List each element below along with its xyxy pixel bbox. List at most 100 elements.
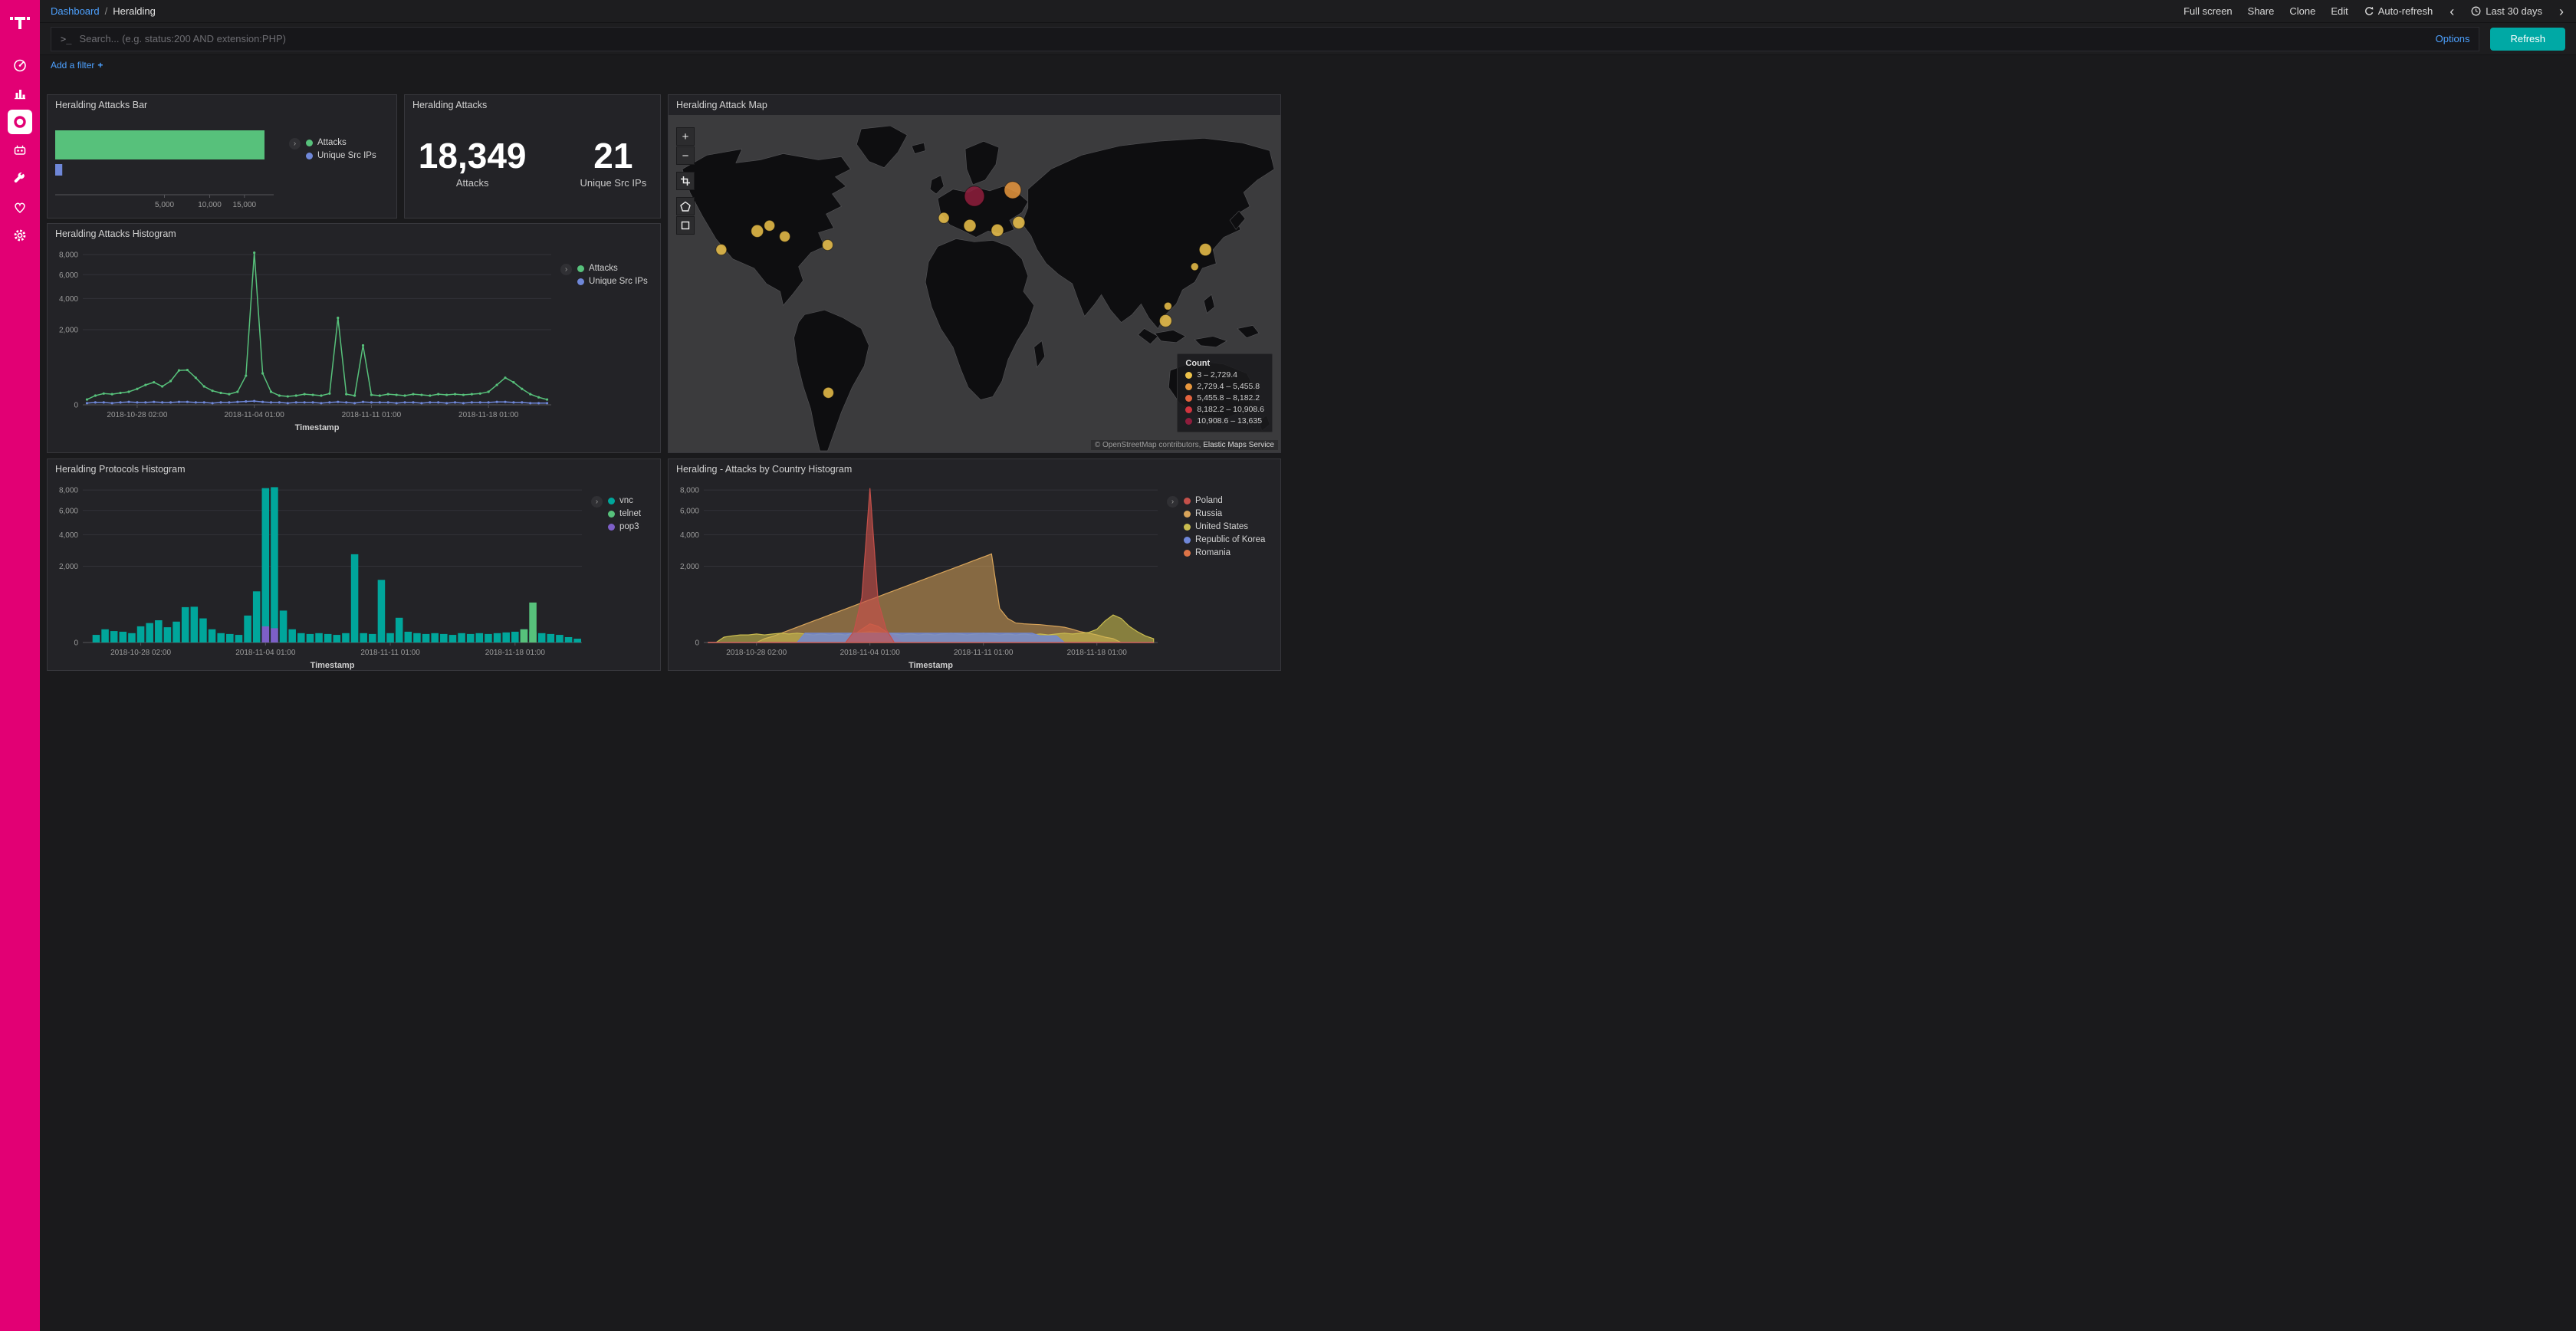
legend-color-dot bbox=[1184, 524, 1191, 531]
sidebar-item-dashboards[interactable] bbox=[0, 107, 40, 136]
world-map[interactable]: + − bbox=[669, 115, 1280, 452]
attack-location-marker[interactable] bbox=[751, 225, 764, 237]
legend-toggle-icon[interactable]: › bbox=[591, 496, 603, 508]
legend-item[interactable]: Attacks bbox=[577, 264, 648, 273]
attack-location-marker[interactable] bbox=[1004, 182, 1021, 199]
legend-item[interactable]: Attacks bbox=[306, 138, 376, 147]
refresh-button[interactable]: Refresh bbox=[2490, 28, 2565, 51]
legend-item[interactable]: Republic of Korea bbox=[1184, 535, 1265, 544]
map-fit-bounds-button[interactable] bbox=[676, 172, 695, 190]
map-legend-item: 2,729.4 – 5,455.8 bbox=[1185, 382, 1264, 391]
attack-location-marker[interactable] bbox=[1164, 302, 1171, 310]
attack-location-marker[interactable] bbox=[780, 231, 790, 242]
metric-unique-src-ips: 21 Unique Src IPs bbox=[580, 136, 647, 189]
time-range-picker[interactable]: Last 30 days bbox=[2471, 5, 2542, 17]
attack-location-marker[interactable] bbox=[1199, 244, 1211, 256]
search-box[interactable]: >_ Options bbox=[51, 27, 2479, 51]
sidebar-item-overview[interactable] bbox=[0, 51, 40, 79]
plus-icon: + bbox=[97, 60, 103, 71]
svg-text:2018-11-18 01:00: 2018-11-18 01:00 bbox=[1067, 649, 1128, 657]
legend-item[interactable]: Unique Src IPs bbox=[306, 151, 376, 160]
time-forward-chevron-icon[interactable]: › bbox=[2558, 5, 2565, 18]
attack-location-marker[interactable] bbox=[823, 387, 833, 398]
map-zoom-in-button[interactable]: + bbox=[676, 127, 695, 146]
search-input[interactable] bbox=[79, 33, 2427, 44]
legend-toggle-icon[interactable]: › bbox=[289, 138, 301, 150]
topnav-actions: Full screen Share Clone Edit Auto-refres… bbox=[2183, 5, 2565, 18]
map-zoom-out-button[interactable]: − bbox=[676, 146, 695, 165]
edit-button[interactable]: Edit bbox=[2331, 5, 2348, 17]
time-range-label: Last 30 days bbox=[2486, 5, 2542, 17]
bar-chart-icon bbox=[12, 86, 28, 101]
sidebar-item-honeypot[interactable] bbox=[0, 136, 40, 164]
sidebar-item-settings[interactable] bbox=[0, 221, 40, 249]
attack-location-marker[interactable] bbox=[964, 219, 976, 232]
sidebar-item-health[interactable] bbox=[0, 192, 40, 221]
svg-text:2018-11-04 01:00: 2018-11-04 01:00 bbox=[225, 411, 285, 419]
auto-refresh-button[interactable]: Auto-refresh bbox=[2364, 5, 2433, 17]
telekom-t-logo[interactable] bbox=[5, 5, 35, 40]
map-legend-item: 10,908.6 – 13,635 bbox=[1185, 416, 1264, 426]
full-screen-button[interactable]: Full screen bbox=[2183, 5, 2233, 17]
map-legend-label: 2,729.4 – 5,455.8 bbox=[1197, 382, 1260, 391]
attack-location-marker[interactable] bbox=[964, 186, 984, 206]
svg-text:2018-10-28 02:00: 2018-10-28 02:00 bbox=[107, 411, 167, 419]
sidebar-item-visualize[interactable] bbox=[0, 79, 40, 107]
legend-item[interactable]: United States bbox=[1184, 522, 1265, 531]
attack-location-marker[interactable] bbox=[822, 239, 833, 250]
attacks-bar-chart[interactable]: 5,00010,00015,000 bbox=[48, 115, 288, 218]
svg-text:4,000: 4,000 bbox=[680, 531, 699, 540]
dashboard-grid: Heralding Attacks Bar 5,00010,00015,000 … bbox=[40, 75, 2576, 1331]
breadcrumb-dashboard-link[interactable]: Dashboard bbox=[51, 5, 100, 17]
legend-item[interactable]: Poland bbox=[1184, 496, 1265, 505]
attack-location-marker[interactable] bbox=[716, 245, 727, 255]
map-legend-item: 8,182.2 – 10,908.6 bbox=[1185, 405, 1264, 414]
protocols-bar-chart[interactable]: 02,0004,0006,0008,0002018-10-28 02:00201… bbox=[48, 479, 590, 670]
legend-item[interactable]: telnet bbox=[608, 509, 641, 518]
legend-color-dot bbox=[577, 278, 584, 285]
map-legend-color-dot bbox=[1185, 395, 1192, 402]
panel-heralding-attack-map: Heralding Attack Map bbox=[668, 94, 1281, 453]
map-draw-rectangle-button[interactable] bbox=[676, 216, 695, 235]
refresh-cycle-icon bbox=[2364, 6, 2374, 16]
attack-location-marker[interactable] bbox=[1159, 314, 1171, 327]
legend-item[interactable]: Russia bbox=[1184, 509, 1265, 518]
attack-location-marker[interactable] bbox=[938, 212, 949, 223]
main-area: Dashboard / Heralding Full screen Share … bbox=[40, 0, 2576, 1331]
map-legend-label: 8,182.2 – 10,908.6 bbox=[1197, 405, 1264, 414]
map-legend-color-dot bbox=[1185, 372, 1192, 379]
query-options-link[interactable]: Options bbox=[2436, 33, 2470, 44]
top-navbar: Dashboard / Heralding Full screen Share … bbox=[40, 0, 2576, 23]
map-attribution-ems[interactable]: Elastic Maps Service bbox=[1203, 441, 1274, 449]
attacks-histogram-legend: › Attacks Unique Src IPs bbox=[559, 244, 660, 452]
clone-button[interactable]: Clone bbox=[2289, 5, 2315, 17]
add-filter-button[interactable]: Add a filter+ bbox=[51, 60, 103, 71]
metric-attacks: 18,349 Attacks bbox=[419, 136, 527, 189]
protocols-legend: › vnc telnet pop3 bbox=[590, 479, 660, 670]
legend-item[interactable]: vnc bbox=[608, 496, 641, 505]
attacks-line-chart[interactable]: 02,0004,0006,0008,0002018-10-28 02:00201… bbox=[48, 244, 559, 452]
share-button[interactable]: Share bbox=[2248, 5, 2275, 17]
attack-location-marker[interactable] bbox=[764, 220, 775, 231]
map-attribution-osm[interactable]: © OpenStreetMap contributors, bbox=[1095, 441, 1201, 449]
legend-color-dot bbox=[1184, 537, 1191, 544]
time-back-chevron-icon[interactable]: ‹ bbox=[2448, 5, 2456, 18]
sidebar-item-tools[interactable] bbox=[0, 164, 40, 192]
breadcrumb: Dashboard / Heralding bbox=[51, 5, 156, 17]
attack-location-marker[interactable] bbox=[991, 224, 1004, 236]
svg-text:10,000: 10,000 bbox=[198, 201, 222, 209]
legend-color-dot bbox=[608, 498, 615, 504]
country-area-chart[interactable]: 02,0004,0006,0008,0002018-10-28 02:00201… bbox=[669, 479, 1165, 670]
legend-color-dot bbox=[1184, 511, 1191, 518]
svg-text:2,000: 2,000 bbox=[680, 563, 699, 571]
legend-item[interactable]: Romania bbox=[1184, 548, 1265, 557]
attack-location-marker[interactable] bbox=[1013, 216, 1025, 228]
svg-text:2018-10-28 02:00: 2018-10-28 02:00 bbox=[110, 649, 171, 657]
attack-location-marker[interactable] bbox=[1191, 263, 1198, 271]
legend-item[interactable]: Unique Src IPs bbox=[577, 277, 648, 286]
map-draw-polygon-button[interactable] bbox=[676, 197, 695, 215]
legend-toggle-icon[interactable]: › bbox=[1167, 496, 1178, 508]
legend-item[interactable]: pop3 bbox=[608, 522, 641, 531]
legend-toggle-icon[interactable]: › bbox=[560, 264, 572, 275]
map-legend-item: 3 – 2,729.4 bbox=[1185, 370, 1264, 380]
